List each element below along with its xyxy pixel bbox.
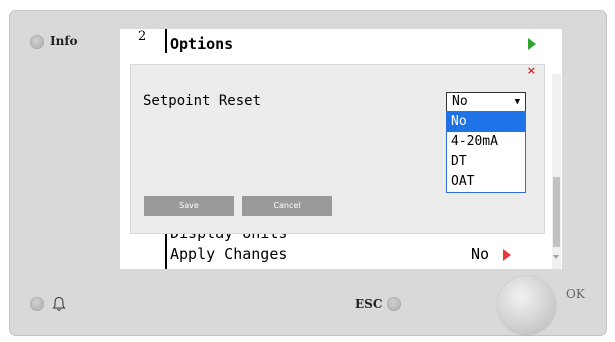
save-button[interactable]: Save xyxy=(144,196,234,216)
ok-knob[interactable] xyxy=(497,276,556,335)
close-icon[interactable]: × xyxy=(527,64,536,77)
display-screen: 2 Options Display Units Apply Changes No… xyxy=(120,29,562,269)
chevron-down-icon: ▼ xyxy=(514,97,520,107)
select-value: No xyxy=(452,94,468,109)
option-item[interactable]: OAT xyxy=(447,172,525,192)
menu-nav-arrow-icon[interactable] xyxy=(528,38,536,50)
menu-number: 2 xyxy=(138,29,147,44)
setpoint-reset-label: Setpoint Reset xyxy=(143,93,262,109)
option-item[interactable]: 4-20mA xyxy=(447,132,525,152)
option-item[interactable]: DT xyxy=(447,152,525,172)
option-item[interactable]: No xyxy=(447,112,525,132)
cancel-button[interactable]: Cancel xyxy=(242,196,332,216)
row-separator xyxy=(165,229,167,269)
apply-changes-value: No xyxy=(471,245,490,263)
bell-icon[interactable] xyxy=(52,296,66,312)
alarm-led[interactable] xyxy=(30,297,44,311)
info-led[interactable] xyxy=(30,35,44,49)
esc-button[interactable] xyxy=(387,297,401,311)
setpoint-dialog: × Setpoint Reset No ▼ No 4-20mA DT OAT S… xyxy=(130,64,545,234)
info-label: Info xyxy=(50,34,78,48)
menu-title: Options xyxy=(170,35,234,53)
scrollbar-thumb[interactable] xyxy=(553,177,560,247)
scroll-down-icon[interactable] xyxy=(553,255,559,259)
apply-changes-label[interactable]: Apply Changes xyxy=(170,245,287,263)
apply-changes-arrow-icon[interactable] xyxy=(503,249,511,261)
ok-label: OK xyxy=(566,287,585,301)
setpoint-reset-options: No 4-20mA DT OAT xyxy=(446,111,526,193)
setpoint-reset-select[interactable]: No ▼ xyxy=(446,92,526,112)
esc-label: ESC xyxy=(355,297,383,311)
menu-separator xyxy=(165,29,167,53)
